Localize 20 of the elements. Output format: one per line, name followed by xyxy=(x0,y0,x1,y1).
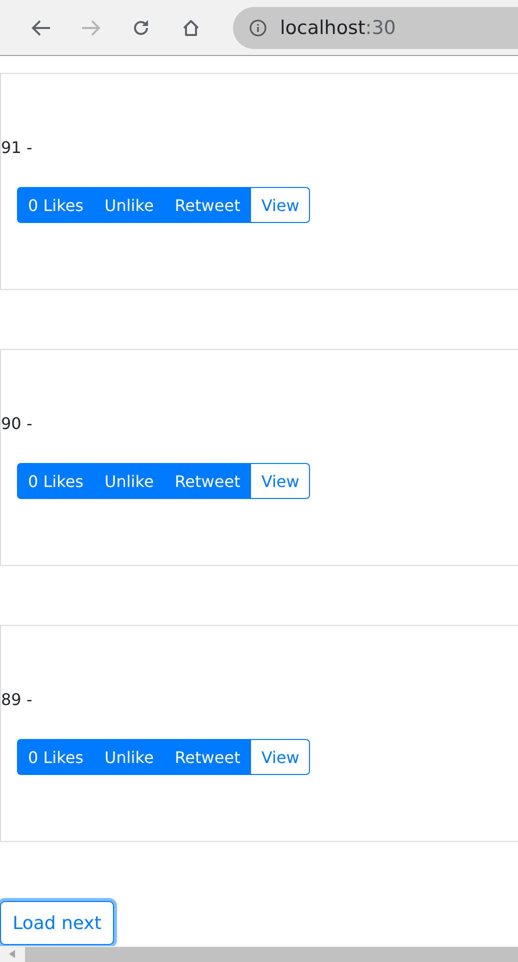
url-text: localhost:30 xyxy=(280,16,396,38)
view-button[interactable]: View xyxy=(250,739,310,775)
action-button[interactable]: Retweet xyxy=(164,187,250,223)
post-text: 91 - xyxy=(1,137,34,159)
action-button[interactable]: Retweet xyxy=(164,463,250,499)
address-bar[interactable]: localhost:30 xyxy=(233,6,518,48)
action-button[interactable]: Unlike xyxy=(94,463,164,499)
scroll-left-icon[interactable] xyxy=(9,950,15,958)
view-button[interactable]: View xyxy=(250,187,310,223)
post-text: 89 - xyxy=(1,689,34,711)
load-next-button[interactable]: Load next xyxy=(0,901,114,945)
action-button[interactable]: 0 Likes xyxy=(17,187,94,223)
action-button[interactable]: Unlike xyxy=(94,187,164,223)
info-icon xyxy=(249,18,267,36)
action-button[interactable]: Retweet xyxy=(164,739,250,775)
action-button[interactable]: Unlike xyxy=(94,739,164,775)
action-button[interactable]: 0 Likes xyxy=(17,463,94,499)
action-button[interactable]: 0 Likes xyxy=(17,739,94,775)
post-text: 90 - xyxy=(1,413,34,435)
view-button[interactable]: View xyxy=(250,463,310,499)
